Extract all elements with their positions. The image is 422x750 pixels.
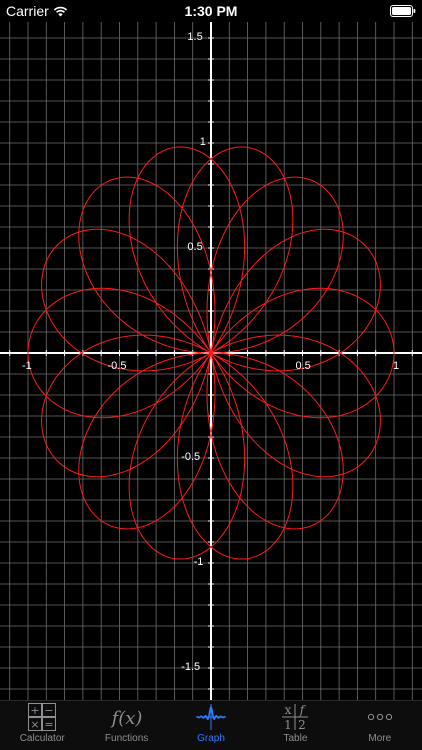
table-icon-f: f (299, 703, 307, 717)
x-tick-label: -0.5 (107, 360, 127, 372)
calc-times: × (31, 718, 40, 731)
axes (0, 22, 422, 700)
x-tick-label: -1 (22, 360, 32, 372)
tab-table[interactable]: x f 1 2 Table (253, 701, 337, 750)
status-bar: Carrier 1:30 PM (0, 0, 422, 22)
table-icon-2: 2 (299, 718, 307, 732)
y-tick-label: 0.5 (187, 241, 203, 253)
y-tick-label: 1 (199, 136, 206, 148)
table-icon-x: x (285, 703, 292, 717)
table-icon: x f 1 2 (282, 703, 309, 732)
y-tick-label: -1 (193, 556, 204, 568)
status-time: 1:30 PM (184, 3, 238, 19)
x-tick-label: 1 (393, 360, 400, 372)
x-tick-label: 0.5 (295, 360, 311, 372)
calc-equals: = (45, 718, 54, 731)
graph-wave-icon (196, 704, 227, 730)
more-dots-icon (367, 713, 392, 721)
tab-label: Table (283, 733, 308, 744)
graph-plot[interactable] (0, 22, 422, 700)
y-tick-label: 1.5 (187, 31, 203, 43)
calc-minus: − (45, 704, 54, 717)
tab-label: Functions (104, 733, 149, 744)
y-tick-label: -0.5 (181, 451, 201, 463)
table-icon-1: 1 (285, 718, 293, 732)
graph-canvas[interactable]: -1 -0.5 0.5 1 1.5 1 0.5 -0.5 -1 -1.5 (0, 22, 422, 700)
tab-calculator[interactable]: + − × = Calculator (0, 701, 84, 750)
battery-icon (390, 5, 416, 17)
function-icon: f(x) (110, 708, 142, 729)
y-tick-label: -1.5 (181, 661, 201, 673)
tab-label: Calculator (19, 733, 65, 744)
app-screen: Carrier 1:30 PM -1 -0.5 0.5 1 1.5 1 0.5 -0.5 -1-… (0, 0, 422, 750)
calculator-icon: + − × = (28, 703, 57, 731)
tab-bar: + − × = Calculator f(x) Functions Graph … (0, 700, 422, 750)
calc-plus: + (31, 704, 40, 717)
function-icon-text: f(x) (110, 708, 142, 729)
tab-more[interactable]: More (338, 701, 422, 750)
tab-label: More (368, 733, 392, 744)
tab-label: Graph (197, 733, 225, 744)
tab-graph[interactable]: Graph (169, 701, 253, 750)
tab-functions[interactable]: f(x) Functions (84, 701, 168, 750)
